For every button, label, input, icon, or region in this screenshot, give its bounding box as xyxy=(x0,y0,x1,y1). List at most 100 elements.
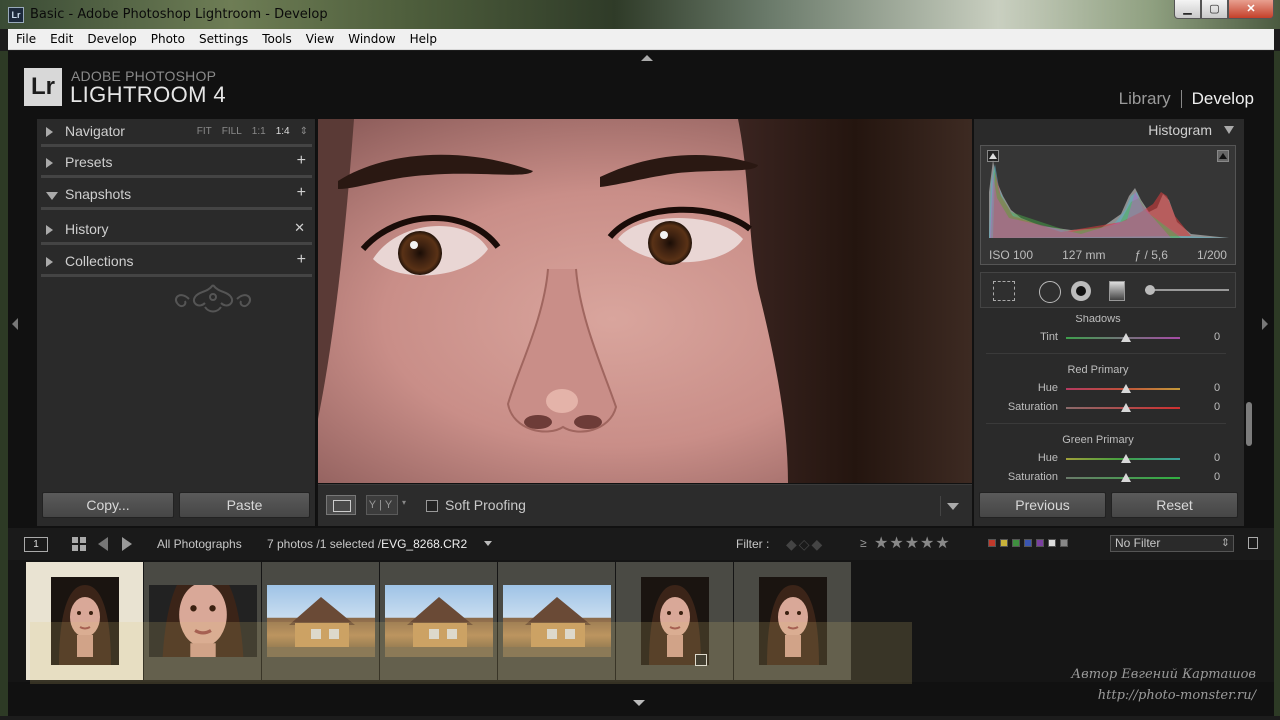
slider-knob[interactable] xyxy=(1121,454,1131,463)
slider-knob[interactable] xyxy=(1121,384,1131,393)
color-label-swatch[interactable] xyxy=(1000,539,1008,547)
filename-dropdown-icon[interactable] xyxy=(484,541,492,546)
history-header[interactable]: History ✕ xyxy=(41,217,312,245)
shadows-tint-row[interactable]: Tint 0 xyxy=(978,330,1240,346)
spot-removal-icon[interactable] xyxy=(1037,280,1061,303)
red-saturation-slider-track[interactable] xyxy=(1066,403,1180,412)
menu-view[interactable]: View xyxy=(299,32,341,46)
adjustment-brush-icon[interactable] xyxy=(1145,285,1229,295)
histogram-header[interactable]: Histogram xyxy=(974,119,1244,141)
back-arrow-icon[interactable] xyxy=(98,537,108,551)
green-hue-slider-track[interactable] xyxy=(1066,454,1180,463)
slider-value[interactable]: 0 xyxy=(1214,401,1220,413)
soft-proofing-checkbox[interactable] xyxy=(426,500,438,512)
bottom-panel-toggle-icon[interactable] xyxy=(633,700,645,706)
green-saturation-slider-track[interactable] xyxy=(1066,473,1180,482)
module-develop[interactable]: Develop xyxy=(1182,89,1264,109)
slider-knob[interactable] xyxy=(1121,403,1131,412)
red-saturation-row[interactable]: Saturation 0 xyxy=(978,400,1240,416)
rating-filter-stars[interactable]: ★★★★★ xyxy=(874,533,951,553)
snapshots-header[interactable]: Snapshots + xyxy=(41,182,312,210)
color-label-swatch[interactable] xyxy=(1012,539,1020,547)
menu-help[interactable]: Help xyxy=(403,32,444,46)
zoom-fit[interactable]: FIT xyxy=(197,126,212,137)
green-saturation-row[interactable]: Saturation 0 xyxy=(978,470,1240,486)
presets-header[interactable]: Presets + xyxy=(41,150,312,178)
color-label-swatch[interactable] xyxy=(1048,539,1056,547)
green-hue-row[interactable]: Hue 0 xyxy=(978,451,1240,467)
expand-triangle-icon[interactable] xyxy=(46,225,53,235)
color-label-swatch[interactable] xyxy=(1060,539,1068,547)
collapse-triangle-icon[interactable] xyxy=(1224,126,1234,134)
left-panel-toggle-icon[interactable] xyxy=(12,318,18,330)
red-hue-row[interactable]: Hue 0 xyxy=(978,381,1240,397)
collections-header[interactable]: Collections + xyxy=(41,249,312,277)
photo-canvas[interactable] xyxy=(318,119,972,483)
top-panel-toggle-icon[interactable] xyxy=(641,55,653,61)
toolbar-content-menu-icon[interactable] xyxy=(940,496,964,516)
menu-photo[interactable]: Photo xyxy=(144,32,192,46)
menu-window[interactable]: Window xyxy=(341,32,402,46)
navigator-label: Navigator xyxy=(65,123,125,139)
expand-triangle-icon[interactable] xyxy=(46,127,53,137)
menu-develop[interactable]: Develop xyxy=(80,32,143,46)
expand-triangle-icon[interactable] xyxy=(46,158,53,168)
menu-settings[interactable]: Settings xyxy=(192,32,255,46)
reset-button[interactable]: Reset xyxy=(1111,492,1238,518)
color-label-swatch[interactable] xyxy=(1024,539,1032,547)
paste-settings-button[interactable]: Paste xyxy=(179,492,310,518)
menu-file[interactable]: File xyxy=(9,32,43,46)
add-preset-icon[interactable]: + xyxy=(297,152,306,170)
grid-view-icon[interactable] xyxy=(72,537,86,551)
graduated-filter-icon[interactable] xyxy=(1109,281,1125,301)
slider-knob[interactable] xyxy=(1121,333,1131,342)
rating-operator[interactable]: ≥ xyxy=(860,536,867,550)
right-panel-toggle-icon[interactable] xyxy=(1262,318,1268,330)
add-snapshot-icon[interactable]: + xyxy=(297,184,306,202)
filmstrip-source[interactable]: All Photographs xyxy=(157,537,242,551)
menu-tools[interactable]: Tools xyxy=(255,32,299,46)
slider-value[interactable]: 0 xyxy=(1214,471,1220,483)
menu-edit[interactable]: Edit xyxy=(43,32,80,46)
previous-settings-button[interactable]: Previous xyxy=(979,492,1106,518)
minimize-button[interactable]: ▁ xyxy=(1174,0,1201,19)
before-after-button[interactable]: Y|Y xyxy=(366,495,398,515)
forward-arrow-icon[interactable] xyxy=(122,537,132,551)
close-button[interactable]: ✕ xyxy=(1228,0,1274,19)
zoom-1-1[interactable]: 1:1 xyxy=(252,126,266,137)
loupe-view-button[interactable] xyxy=(326,495,356,515)
zoom-arrows-icon[interactable]: ⇕ xyxy=(300,126,308,137)
identity-plate: Lr ADOBE PHOTOSHOP LIGHTROOM 4 Library D… xyxy=(8,51,1274,117)
secondary-window-button[interactable]: 1 xyxy=(24,537,48,552)
red-hue-slider-track[interactable] xyxy=(1066,384,1180,393)
lightroom-app-icon[interactable]: Lr xyxy=(8,7,24,23)
clear-history-icon[interactable]: ✕ xyxy=(294,220,305,236)
watermark-band xyxy=(30,622,912,684)
slider-value[interactable]: 0 xyxy=(1214,331,1220,343)
copy-settings-button[interactable]: Copy... xyxy=(42,492,174,518)
slider-value[interactable]: 0 xyxy=(1214,452,1220,464)
navigator-header[interactable]: Navigator FIT FILL 1:1 1:4 ⇕ xyxy=(41,119,312,147)
flag-filter-icons[interactable]: ◆◇◆ xyxy=(786,536,824,553)
color-label-swatch[interactable] xyxy=(1036,539,1044,547)
filter-lock-icon[interactable] xyxy=(1248,537,1258,549)
before-after-dropdown-icon[interactable]: ▾ xyxy=(402,498,406,507)
slider-value[interactable]: 0 xyxy=(1214,382,1220,394)
crop-overlay-icon[interactable] xyxy=(993,281,1015,301)
zoom-1-4[interactable]: 1:4 xyxy=(276,126,290,137)
color-label-swatch[interactable] xyxy=(988,539,996,547)
maximize-button[interactable]: ▢ xyxy=(1201,0,1228,19)
exif-readout: ISO 100 127 mm ƒ / 5,6 1/200 xyxy=(981,248,1235,262)
tint-slider-track[interactable] xyxy=(1066,333,1180,342)
slider-knob[interactable] xyxy=(1121,473,1131,482)
right-panel-scrollbar[interactable] xyxy=(1246,402,1252,446)
histogram-graph xyxy=(989,160,1229,238)
expand-triangle-icon[interactable] xyxy=(46,257,53,267)
module-library[interactable]: Library xyxy=(1109,89,1181,109)
collapse-triangle-icon[interactable] xyxy=(46,192,58,200)
red-eye-correction-icon[interactable] xyxy=(1069,280,1093,302)
add-collection-icon[interactable]: + xyxy=(297,251,306,269)
zoom-fill[interactable]: FILL xyxy=(222,126,242,137)
histogram-display[interactable]: ISO 100 127 mm ƒ / 5,6 1/200 xyxy=(980,145,1236,265)
filter-preset-select[interactable]: No Filter xyxy=(1110,535,1234,552)
